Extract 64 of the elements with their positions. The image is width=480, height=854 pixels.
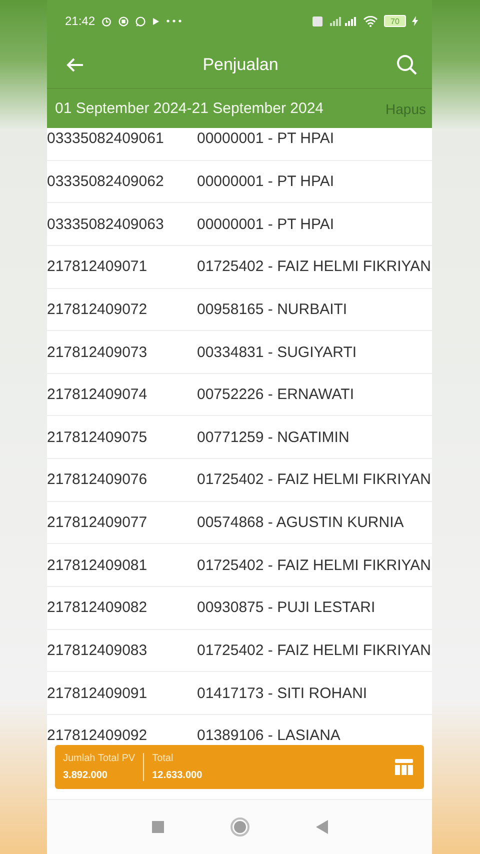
- invoice-number: 217812409074: [47, 386, 148, 404]
- invoice-number: 217812409073: [47, 344, 148, 361]
- member-name: 01725402 - FAIZ HELMI FIKRIYAN: [197, 471, 431, 488]
- member-name: 01725402 - FAIZ HELMI FIKRIYAN: [197, 556, 431, 574]
- summary-value: 3.892.000: [63, 770, 108, 781]
- sale-row[interactable]: 217812409082 00930875 - PUJI LESTARI: [47, 587, 432, 630]
- member-name: 00771259 - NGATIMIN: [197, 428, 350, 446]
- member-name: 00000001 - PT HPAI: [197, 130, 334, 148]
- invoice-number: 03335082409062: [47, 172, 165, 190]
- table-icon[interactable]: [394, 758, 414, 776]
- invoice-number: 217812409076: [47, 471, 148, 488]
- more-icon: [166, 19, 182, 23]
- invoice-number: 217812409082: [47, 599, 148, 616]
- back-nav-button[interactable]: [316, 820, 328, 834]
- invoice-number: 217812409083: [47, 642, 148, 659]
- recents-button[interactable]: [152, 821, 164, 833]
- status-time: 21:42: [65, 14, 96, 28]
- sale-row[interactable]: 217812409074 00752226 - ERNAWATI: [47, 374, 432, 416]
- sale-row[interactable]: 03335082409063 00000001 - PT HPAI: [47, 203, 432, 246]
- invoice-number: 217812409075: [47, 428, 148, 446]
- member-name: 00930875 - PUJI LESTARI: [197, 599, 376, 616]
- home-button[interactable]: [230, 817, 250, 837]
- invoice-number: 217812409091: [47, 684, 148, 702]
- wifi-icon: [363, 15, 378, 27]
- chat-icon: [135, 16, 146, 26]
- sale-row[interactable]: 217812409071 01725402 - FAIZ HELMI FIKRIYAN: [47, 246, 432, 289]
- member-name: 00958165 - NURBAITI: [197, 300, 348, 318]
- sale-row[interactable]: 217812409083 01725402 - FAIZ HELMI FIKRIYAN: [47, 630, 432, 672]
- sale-row[interactable]: 217812409081 01725402 - FAIZ HELMI FIKRIYAN: [47, 544, 432, 588]
- invoice-number: 217812409072: [47, 300, 148, 318]
- member-name: 00000001 - PT HPAI: [197, 172, 334, 190]
- sale-row[interactable]: 217812409072 00958165 - NURBAITI: [47, 288, 432, 332]
- sale-row[interactable]: 217812409076 01725402 - FAIZ HELMI FIKRIYAN: [47, 459, 432, 502]
- invoice-number: 03335082409061: [47, 130, 165, 148]
- play-icon: [152, 16, 160, 26]
- invoice-number: 217812409077: [47, 514, 148, 532]
- notification-icon: [118, 16, 130, 26]
- sale-row[interactable]: 217812409073 00334831 - SUGIYARTI: [47, 331, 432, 374]
- sim-icon: [312, 16, 323, 26]
- alarm-icon: [101, 16, 112, 26]
- battery-level: 70: [384, 15, 406, 27]
- sale-row[interactable]: 03335082409062 00000001 - PT HPAI: [47, 160, 432, 204]
- invoice-number: 03335082409063: [47, 216, 165, 233]
- summary-value: 12.633.000: [152, 770, 202, 781]
- member-name: 01725402 - FAIZ HELMI FIKRIYAN: [197, 642, 431, 659]
- member-name: 00574868 - AGUSTIN KURNIA: [197, 514, 404, 532]
- charging-icon: [412, 16, 418, 26]
- member-name: 00752226 - ERNAWATI: [197, 386, 354, 404]
- sale-row[interactable]: 03335082409061 00000001 - PT HPAI: [47, 128, 432, 161]
- summary-label: Jumlah Total PV: [63, 753, 136, 764]
- member-name: 01417173 - SITI ROHANI: [197, 684, 368, 702]
- sale-row[interactable]: 217812409077 00574868 - AGUSTIN KURNIA: [47, 502, 432, 544]
- member-name: 00334831 - SUGIYARTI: [197, 344, 357, 361]
- invoice-number: 217812409081: [47, 556, 148, 574]
- summary-label: Total: [152, 753, 174, 764]
- signal-icon: [329, 15, 357, 27]
- invoice-number: 217812409071: [47, 258, 148, 276]
- page-title: Penjualan: [202, 55, 280, 75]
- invoice-number: 217812409092: [47, 727, 148, 744]
- member-name: 01725402 - FAIZ HELMI FIKRIYAN: [197, 258, 431, 276]
- sale-row[interactable]: 217812409075 00771259 - NGATIMIN: [47, 416, 432, 460]
- member-name: 00000001 - PT HPAI: [197, 216, 334, 233]
- member-name: 01389106 - LASIANA: [197, 727, 340, 744]
- sale-row[interactable]: 217812409091 01417173 - SITI ROHANI: [47, 672, 432, 715]
